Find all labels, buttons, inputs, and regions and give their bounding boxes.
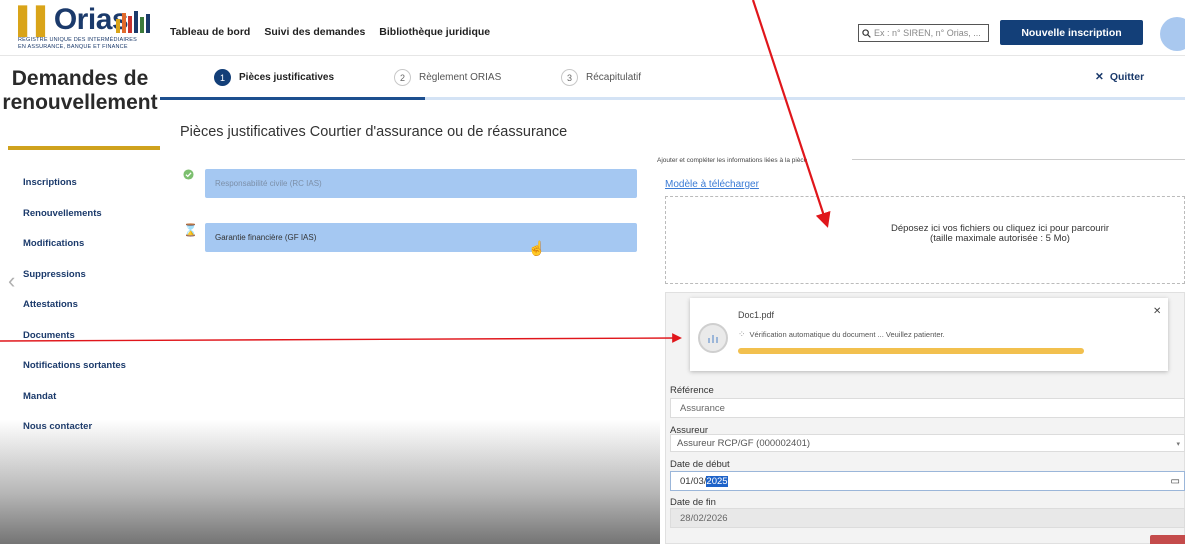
sidebar-item-renouvellements[interactable]: Renouvellements xyxy=(23,206,126,237)
step-documents[interactable]: 1 Pièces justificatives xyxy=(214,69,334,86)
sidebar-item-suppressions[interactable]: Suppressions xyxy=(23,267,126,298)
step-number: 3 xyxy=(561,69,578,86)
reference-field[interactable]: Assurance xyxy=(670,398,1185,418)
sidebar-item-modifications[interactable]: Modifications xyxy=(23,236,126,267)
start-date-field[interactable]: 01/03/2025 ▭ xyxy=(670,471,1185,491)
logo-bars-icon xyxy=(116,11,150,33)
panel-legend: Ajouter et compléter les informations li… xyxy=(657,157,808,164)
hourglass-icon: ⌛ xyxy=(183,223,198,237)
sidebar-item-contact[interactable]: Nous contacter xyxy=(23,419,126,450)
document-item-rc[interactable]: Responsabilité civile (RC IAS) xyxy=(183,169,637,198)
quit-button[interactable]: ✕ Quitter xyxy=(1095,71,1144,83)
top-nav: Tableau de bord Suivi des demandes Bibli… xyxy=(170,26,490,38)
document-label: Responsabilité civile (RC IAS) xyxy=(205,169,637,198)
sidebar-item-mandat[interactable]: Mandat xyxy=(23,389,126,420)
sidebar-item-notifications[interactable]: Notifications sortantes xyxy=(23,358,126,389)
avatar[interactable] xyxy=(1160,17,1185,51)
dropzone-text: Déposez ici vos fichiers ou cliquez ici … xyxy=(890,223,1110,244)
sidebar-menu: Inscriptions Renouvellements Modificatio… xyxy=(23,175,126,450)
remove-file-icon[interactable]: ✕ xyxy=(1153,306,1161,317)
action-button[interactable] xyxy=(1150,535,1185,544)
hand-cursor-icon: ☝ xyxy=(528,240,546,256)
stepper-progress-bar xyxy=(160,97,1185,100)
sidebar-title: Demandes de renouvellement xyxy=(2,67,158,114)
logo-subtitle: REGISTRE UNIQUE DES INTERMÉDIAIRES EN AS… xyxy=(18,37,137,50)
stepper: 1 Pièces justificatives 2 Règlement ORIA… xyxy=(160,57,1185,100)
chevron-down-icon: ▾ xyxy=(1176,441,1180,448)
file-chart-icon xyxy=(698,323,728,353)
orias-logo[interactable]: ▌▌Orias REGISTRE UNIQUE DES INTERMÉDIAIR… xyxy=(18,3,158,51)
step-label: Récapitulatif xyxy=(586,72,642,83)
file-dropzone[interactable]: Déposez ici vos fichiers ou cliquez ici … xyxy=(665,196,1185,284)
start-date-label: Date de début xyxy=(670,459,730,470)
document-label: Garantie financière (GF IAS) xyxy=(205,223,637,252)
end-date-label: Date de fin xyxy=(670,497,716,508)
nav-legal-library[interactable]: Bibliothèque juridique xyxy=(379,26,490,38)
sidebar-divider xyxy=(8,146,160,150)
page: ▌▌Orias REGISTRE UNIQUE DES INTERMÉDIAIR… xyxy=(0,0,1185,544)
nav-request-tracking[interactable]: Suivi des demandes xyxy=(264,26,365,38)
calendar-icon[interactable]: ▭ xyxy=(1171,476,1180,487)
step-summary[interactable]: 3 Récapitulatif xyxy=(561,69,641,86)
top-header: ▌▌Orias REGISTRE UNIQUE DES INTERMÉDIAIR… xyxy=(0,0,1185,56)
upload-card: Doc1.pdf ✕ ⁘ Vérification automatique du… xyxy=(690,298,1168,371)
logo-wordmark: ▌▌Orias xyxy=(18,3,129,36)
panel-legend-line xyxy=(852,159,1185,160)
collapse-chevron-icon[interactable]: ‹ xyxy=(8,268,15,294)
file-name: Doc1.pdf xyxy=(738,310,775,320)
sidebar-item-inscriptions[interactable]: Inscriptions xyxy=(23,175,126,206)
step-number: 1 xyxy=(214,69,231,86)
upload-progress-bar xyxy=(738,348,1084,354)
sidebar-item-documents[interactable]: Documents xyxy=(23,328,126,359)
new-registration-button[interactable]: Nouvelle inscription xyxy=(1000,20,1143,45)
step-label: Pièces justificatives xyxy=(239,72,335,83)
close-icon: ✕ xyxy=(1095,71,1104,83)
search-icon xyxy=(862,28,871,38)
nav-dashboard[interactable]: Tableau de bord xyxy=(170,26,250,38)
sidebar: Demandes de renouvellement Inscriptions … xyxy=(0,57,160,544)
step-payment[interactable]: 2 Règlement ORIAS xyxy=(394,69,501,86)
spinner-icon: ⁘ xyxy=(738,329,746,339)
end-date-field: 28/02/2026 xyxy=(670,508,1185,528)
step-label: Règlement ORIAS xyxy=(419,72,502,83)
reference-label: Référence xyxy=(670,385,714,396)
document-item-gf[interactable]: ⌛ Garantie financière (GF IAS) xyxy=(183,223,637,252)
file-status: ⁘ Vérification automatique du document .… xyxy=(738,329,945,339)
check-circle-icon xyxy=(183,169,205,183)
sidebar-item-attestations[interactable]: Attestations xyxy=(23,297,126,328)
search-input[interactable]: Ex : n° SIREN, n° Orias, ... xyxy=(858,24,989,42)
quit-label: Quitter xyxy=(1109,71,1145,83)
page-title: Pièces justificatives Courtier d'assuran… xyxy=(180,124,568,140)
step-number: 2 xyxy=(394,69,411,86)
insurer-select[interactable]: Assureur RCP/GF (000002401) ▾ xyxy=(670,434,1185,452)
template-download-link[interactable]: Modèle à télécharger xyxy=(665,179,759,190)
search-placeholder: Ex : n° SIREN, n° Orias, ... xyxy=(874,28,981,38)
